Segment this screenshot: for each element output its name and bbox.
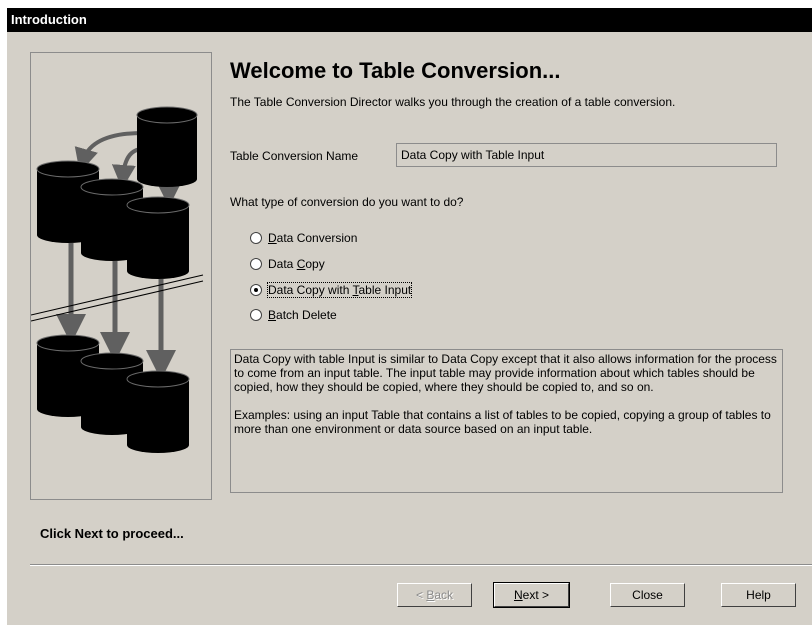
radio-label: Batch Delete <box>268 308 337 322</box>
table-conversion-illustration <box>30 52 212 500</box>
radio-label: Data Copy <box>268 257 325 271</box>
database-copy-graphic <box>31 106 204 453</box>
footer-divider <box>30 564 812 566</box>
radio-label: Data Conversion <box>268 231 358 245</box>
proceed-hint: Click Next to proceed... <box>40 526 184 541</box>
radio-label: Data Copy with Table Input <box>266 282 413 298</box>
dialog-window: Introduction Welcome to Table Conversion… <box>7 8 812 625</box>
title-bar: Introduction <box>7 8 812 32</box>
conversion-description: Data Copy with table Input is similar to… <box>230 349 783 493</box>
conversion-type-question: What type of conversion do you want to d… <box>230 195 464 209</box>
next-button[interactable]: Next > <box>493 582 570 608</box>
source-cylinder-icon <box>136 106 198 187</box>
description-paragraph-2: Examples: using an input Table that cont… <box>234 408 771 436</box>
lower-cylinder-3-icon <box>126 370 190 453</box>
curved-arrow-left <box>74 131 144 173</box>
help-button[interactable]: Help <box>721 583 796 607</box>
radio-button-selected-icon[interactable] <box>250 284 262 296</box>
radio-button-icon[interactable] <box>250 232 262 244</box>
radio-data-copy[interactable]: Data Copy <box>250 256 325 272</box>
conversion-name-field[interactable]: Data Copy with Table Input <box>396 143 777 167</box>
close-button[interactable]: Close <box>610 583 685 607</box>
back-button[interactable]: < Back <box>397 583 472 607</box>
upper-cylinder-3-icon <box>126 196 190 279</box>
page-subtitle: The Table Conversion Director walks you … <box>230 95 676 109</box>
radio-button-icon[interactable] <box>250 258 262 270</box>
radio-batch-delete[interactable]: Batch Delete <box>250 307 337 323</box>
description-paragraph-1: Data Copy with table Input is similar to… <box>234 352 777 394</box>
radio-data-conversion[interactable]: Data Conversion <box>250 230 357 246</box>
radio-button-icon[interactable] <box>250 309 262 321</box>
radio-data-copy-table-input[interactable]: Data Copy with Table Input <box>250 282 413 298</box>
conversion-name-label: Table Conversion Name <box>230 149 359 163</box>
page-heading: Welcome to Table Conversion... <box>230 58 561 83</box>
